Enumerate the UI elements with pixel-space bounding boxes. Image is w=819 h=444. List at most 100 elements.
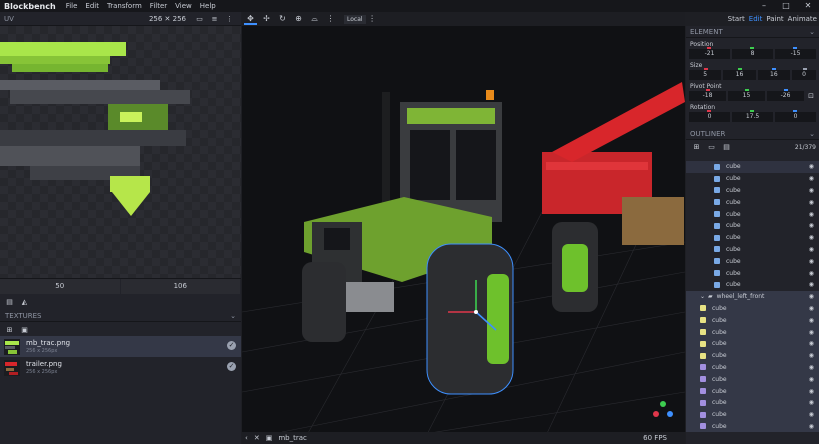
- inflate-field[interactable]: 0: [791, 68, 816, 80]
- more-icon[interactable]: ⋮: [366, 13, 379, 25]
- list-item[interactable]: cube ◉: [686, 314, 819, 327]
- menu-help[interactable]: Help: [196, 2, 220, 10]
- texture-item-mb-trac[interactable]: mb_trac.png 256 x 256px ✓: [0, 336, 241, 357]
- eye-icon[interactable]: ◉: [809, 399, 814, 406]
- rotation-x[interactable]: 0: [689, 110, 730, 122]
- pivot-z[interactable]: -26: [767, 89, 804, 101]
- eye-icon[interactable]: ◉: [809, 411, 814, 418]
- eye-icon[interactable]: ◉: [809, 211, 814, 218]
- list-item[interactable]: cube ◉: [686, 279, 819, 291]
- check-icon[interactable]: ✓: [227, 362, 236, 371]
- collapse-all-icon[interactable]: ▤: [722, 143, 731, 151]
- menu-transform[interactable]: Transform: [103, 2, 146, 10]
- eye-icon[interactable]: ◉: [809, 423, 814, 430]
- menu-view[interactable]: View: [171, 2, 196, 10]
- collapse-icon[interactable]: ⌄: [230, 312, 236, 320]
- transform-space-select[interactable]: Local: [344, 14, 366, 24]
- minimize-button[interactable]: –: [753, 0, 775, 12]
- pivot-tool-icon[interactable]: ⊕: [292, 13, 305, 25]
- list-item[interactable]: cube ◉: [686, 302, 819, 315]
- list-item[interactable]: cube ◉: [686, 244, 819, 256]
- list-item[interactable]: cube ◉: [686, 267, 819, 279]
- center-pivot-icon[interactable]: ⊡: [806, 91, 816, 101]
- menu-file[interactable]: File: [62, 2, 82, 10]
- eye-icon[interactable]: ◉: [809, 258, 814, 265]
- uv-coord-field-1[interactable]: 50: [0, 279, 120, 294]
- list-item[interactable]: cube ◉: [686, 326, 819, 338]
- list-item[interactable]: cube ◉: [686, 208, 819, 220]
- eye-icon[interactable]: ◉: [809, 199, 814, 206]
- tab-paint[interactable]: Paint: [764, 15, 785, 23]
- list-item[interactable]: cube ◉: [686, 396, 819, 409]
- add-group-icon[interactable]: ▭: [707, 143, 716, 151]
- texture-item-trailer[interactable]: trailer.png 256 x 256px ✓: [0, 357, 241, 378]
- eye-icon[interactable]: ◉: [809, 175, 814, 182]
- list-item[interactable]: cube ◉: [686, 232, 819, 244]
- eye-icon[interactable]: ◉: [809, 246, 814, 253]
- list-item[interactable]: cube ◉: [686, 349, 819, 362]
- eye-icon[interactable]: ◉: [809, 293, 814, 300]
- new-texture-icon[interactable]: ▣: [20, 326, 29, 334]
- eye-icon[interactable]: ◉: [809, 305, 814, 312]
- eye-icon[interactable]: ◉: [809, 317, 814, 324]
- fullscreen-icon[interactable]: ▭: [195, 15, 204, 23]
- eye-icon[interactable]: ◉: [809, 364, 814, 371]
- eye-icon[interactable]: ◉: [809, 163, 814, 170]
- list-item[interactable]: cube ◉: [686, 196, 819, 208]
- size-z[interactable]: 16: [757, 68, 790, 80]
- position-y[interactable]: 8: [732, 47, 773, 59]
- menu-edit[interactable]: Edit: [81, 2, 103, 10]
- eye-icon[interactable]: ◉: [809, 234, 814, 241]
- eye-icon[interactable]: ◉: [809, 340, 814, 347]
- list-item[interactable]: cube ◉: [686, 161, 819, 173]
- tab-edit[interactable]: Edit: [747, 15, 765, 23]
- rotate-tool-icon[interactable]: ↻: [276, 13, 289, 25]
- list-item[interactable]: cube ◉: [686, 408, 819, 421]
- size-x[interactable]: 5: [689, 68, 722, 80]
- eye-icon[interactable]: ◉: [809, 376, 814, 383]
- menu-filter[interactable]: Filter: [146, 2, 171, 10]
- maximize-button[interactable]: □: [775, 0, 797, 12]
- eye-icon[interactable]: ◉: [809, 329, 814, 336]
- check-icon[interactable]: ✓: [227, 341, 236, 350]
- eye-icon[interactable]: ◉: [809, 388, 814, 395]
- list-item[interactable]: cube ◉: [686, 373, 819, 386]
- size-y[interactable]: 16: [723, 68, 756, 80]
- rotation-y[interactable]: 17.5: [732, 110, 773, 122]
- list-item[interactable]: cube ◉: [686, 420, 819, 433]
- eye-icon[interactable]: ◉: [809, 222, 814, 229]
- vertex-snap-icon[interactable]: ⌓: [308, 13, 321, 25]
- uv-editor-canvas[interactable]: [0, 26, 241, 278]
- eye-icon[interactable]: ◉: [809, 187, 814, 194]
- grid-view-icon[interactable]: ≡: [210, 15, 219, 23]
- list-item[interactable]: cube ◉: [686, 173, 819, 185]
- pivot-x[interactable]: -18: [689, 89, 726, 101]
- list-item[interactable]: cube ◉: [686, 255, 819, 267]
- import-texture-icon[interactable]: ⊞: [5, 326, 14, 334]
- list-item[interactable]: cube ◉: [686, 337, 819, 350]
- close-icon[interactable]: ✕: [254, 434, 260, 442]
- group-item-wheel-left-front[interactable]: ⌄ ▰ wheel_left_front ◉: [686, 290, 819, 303]
- more-icon[interactable]: ⋮: [324, 13, 337, 25]
- list-item[interactable]: cube ◉: [686, 385, 819, 397]
- pivot-y[interactable]: 15: [728, 89, 765, 101]
- eye-icon[interactable]: ◉: [809, 270, 814, 277]
- back-icon[interactable]: ‹: [245, 434, 248, 442]
- list-item[interactable]: cube ◉: [686, 361, 819, 374]
- add-cube-icon[interactable]: ⊞: [692, 143, 701, 151]
- uv-coord-field-2[interactable]: 106: [120, 279, 240, 294]
- collapse-icon[interactable]: ⌄: [809, 130, 815, 138]
- move-tool-icon[interactable]: ✥: [244, 13, 257, 25]
- position-x[interactable]: -21: [689, 47, 730, 59]
- mirror-icon[interactable]: ◭: [20, 298, 29, 306]
- 3d-viewport[interactable]: ✥ ✢ ↻ ⊕ ⌓ ⋮ Local ⋮ ‹ ✕ ▣ mb_trac 60 FPS: [242, 12, 685, 444]
- chevron-down-icon[interactable]: ⌄: [700, 293, 705, 300]
- list-item[interactable]: cube ◉: [686, 220, 819, 232]
- collapse-icon[interactable]: ⌄: [809, 28, 815, 36]
- eye-icon[interactable]: ◉: [809, 352, 814, 359]
- rotation-z[interactable]: 0: [775, 110, 816, 122]
- layers-icon[interactable]: ▤: [5, 298, 14, 306]
- tab-animate[interactable]: Animate: [786, 15, 819, 23]
- tab-start[interactable]: Start: [726, 15, 747, 23]
- resize-tool-icon[interactable]: ✢: [260, 13, 273, 25]
